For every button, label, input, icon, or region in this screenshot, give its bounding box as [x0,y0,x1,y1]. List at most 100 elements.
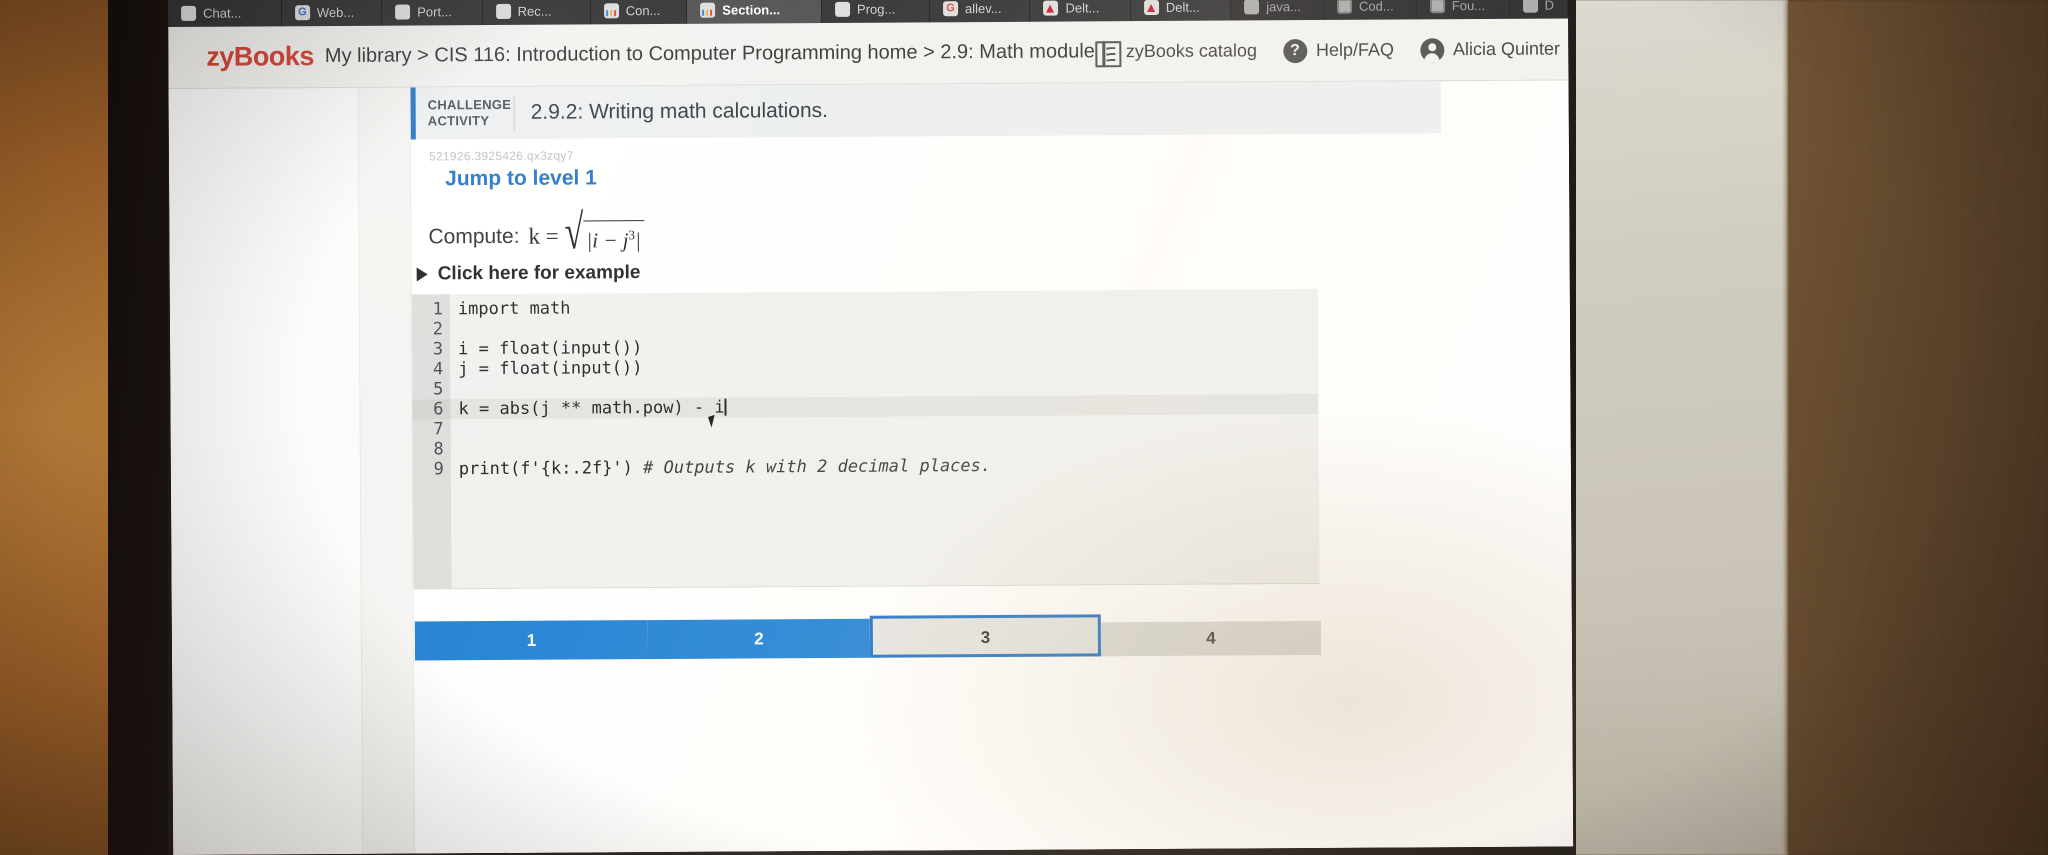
code-lines: 1 import math 2 3 i = float(input()) 4 j = flo… [412,294,1319,480]
circle-icon [1336,0,1353,14]
header-actions: zyBooks catalog ? Help/FAQ Alicia Quinte… [1095,37,1573,64]
browser-tab-8[interactable]: allev... [929,0,1031,23]
square-root-icon: √ |i − j3| [565,206,645,260]
challenge-tag-line2: ACTIVITY [427,113,490,129]
browser-tab-label: Chat... [203,5,242,21]
browser-tab-label: D... [1544,0,1555,13]
browser-tab-label: Delt... [1165,0,1200,15]
grammarly-icon: G [294,5,310,21]
delta-icon [1043,0,1059,16]
left-secondary-rail [358,87,416,854]
radical-sign: √ [564,206,584,261]
browser-tab-13[interactable]: Fou... [1416,0,1510,20]
activity-content: CHALLENGE ACTIVITY 2.9.2: Writing math c… [410,80,1574,854]
level-4-button[interactable]: 4 [1100,620,1322,657]
radicand: |i − j3| [583,220,645,253]
delta-icon [1143,0,1159,16]
browser-tab-label: Con... [625,2,661,19]
challenge-activity-tag: CHALLENGE ACTIVITY [416,96,512,130]
level-2-button[interactable]: 2 [647,618,871,660]
code-line-text: j = float(input()) [458,358,643,380]
browser-tab-6[interactable]: Section... [687,0,823,24]
breadcrumb[interactable]: My library > CIS 116: Introduction to Co… [325,40,1095,68]
program-icon [834,1,851,17]
chevron-right-icon [416,267,428,282]
tag-divider [513,95,515,130]
browser-tab-label: Cod... [1358,0,1394,14]
challenge-tag-line1: CHALLENGE [427,96,512,113]
text-caret [724,398,727,416]
browser-tab-12[interactable]: Cod... [1323,0,1417,20]
shield-icon [1522,0,1538,13]
code-editor[interactable]: 1 import math 2 3 i = float(input()) 4 j = flo… [411,288,1320,590]
radicand-body: |i − j [586,228,629,253]
java-icon [1244,0,1260,15]
code-line-number: 1 [432,299,443,320]
browser-tab-1[interactable]: Chat... [168,0,282,27]
browser-tab-label: Web... [316,4,355,21]
code-line-number: 9 [433,459,444,480]
browser-tab-14[interactable]: D... [1509,0,1569,19]
jump-to-level-link[interactable]: Jump to level 1 [445,166,597,191]
help-icon: ? [1282,38,1308,63]
radicand-close: | [634,228,641,253]
browser-tab-2[interactable]: G Web... [281,0,383,27]
chat-icon [181,5,197,21]
code-line-text: print(f'{k:.2f}') # Outputs k with 2 dec… [458,455,992,480]
user-account-menu[interactable]: Alicia Quinter [1419,37,1561,62]
browser-tab-9[interactable]: Delt... [1030,0,1131,22]
code-line-number: 7 [433,419,444,440]
code-line[interactable]: 9 print(f'{k:.2f}') # Outputs k with 2 de… [413,454,1319,480]
zybooks-header: zyBooks My library > CIS 116: Introducti… [168,18,1569,89]
level-1-button[interactable]: 1 [414,620,649,661]
zybooks-logo[interactable]: zyBooks [206,41,314,73]
code-line-number: 3 [432,339,444,360]
code-line-number: 6 [412,399,451,420]
browser-tab-label: Prog... [856,1,896,17]
browser-tab-4[interactable]: Rec... [482,0,591,26]
level-progress-bar: 1234 [414,607,1322,661]
portal-icon [395,4,411,20]
code-line-number: 5 [433,379,444,400]
zybooks-icon [700,2,716,18]
challenge-activity-header: CHALLENGE ACTIVITY 2.9.2: Writing math c… [410,81,1441,140]
browser-tab-label: Fou... [1451,0,1486,14]
zybooks-icon [603,3,619,19]
google-icon [942,1,959,17]
browser-tab-label: Port... [417,4,452,20]
avatar-icon [1419,37,1445,62]
browser-tab-label: Rec... [517,3,552,19]
help-faq-link[interactable]: ? Help/FAQ [1282,38,1395,63]
browser-tab-label: Delt... [1065,0,1100,16]
browser-tab-label: Section... [722,2,781,18]
activity-title: 2.9.2: Writing math calculations. [530,98,829,124]
catalog-icon [1095,40,1117,64]
page-body: CHALLENGE ACTIVITY 2.9.2: Writing math c… [168,80,1574,855]
figma-icon [495,3,511,19]
code-line-text: i = float(input()) [458,338,643,360]
compute-label: Compute: [428,224,520,248]
zybooks-catalog-link[interactable]: zyBooks catalog [1095,39,1257,64]
code-line-text: k = abs(j ** math.pow) - i [458,397,727,420]
browser-tab-10[interactable]: Delt... [1130,0,1232,22]
circle-icon [1429,0,1445,14]
level-3-button[interactable]: 3 [869,614,1102,658]
browser-screen: Chat... G Web... Port... Rec... Con... Section… [168,0,1574,855]
example-disclosure[interactable]: Click here for example [416,262,641,285]
browser-tab-label: allev... [964,0,1002,17]
example-toggle-label: Click here for example [437,262,641,285]
formula-variable: k = [528,223,559,249]
user-name: Alicia Quinter [1452,38,1561,60]
left-margin-rail [168,87,364,855]
activity-id: 521926.3925426.qx3zqy7 [428,148,574,164]
code-line-number: 8 [433,439,444,460]
browser-tab-11[interactable]: java... [1231,0,1325,21]
compute-prompt: Compute: k = √ |i − j3| [428,206,645,260]
photo-room-edge [1786,0,2048,855]
browser-tab-5[interactable]: Con... [590,0,688,25]
browser-tab-7[interactable]: Prog... [821,0,931,24]
browser-tab-3[interactable]: Port... [382,0,483,26]
code-line-text: import math [457,298,571,320]
code-line-number: 4 [432,359,444,380]
help-label: Help/FAQ [1315,39,1395,60]
